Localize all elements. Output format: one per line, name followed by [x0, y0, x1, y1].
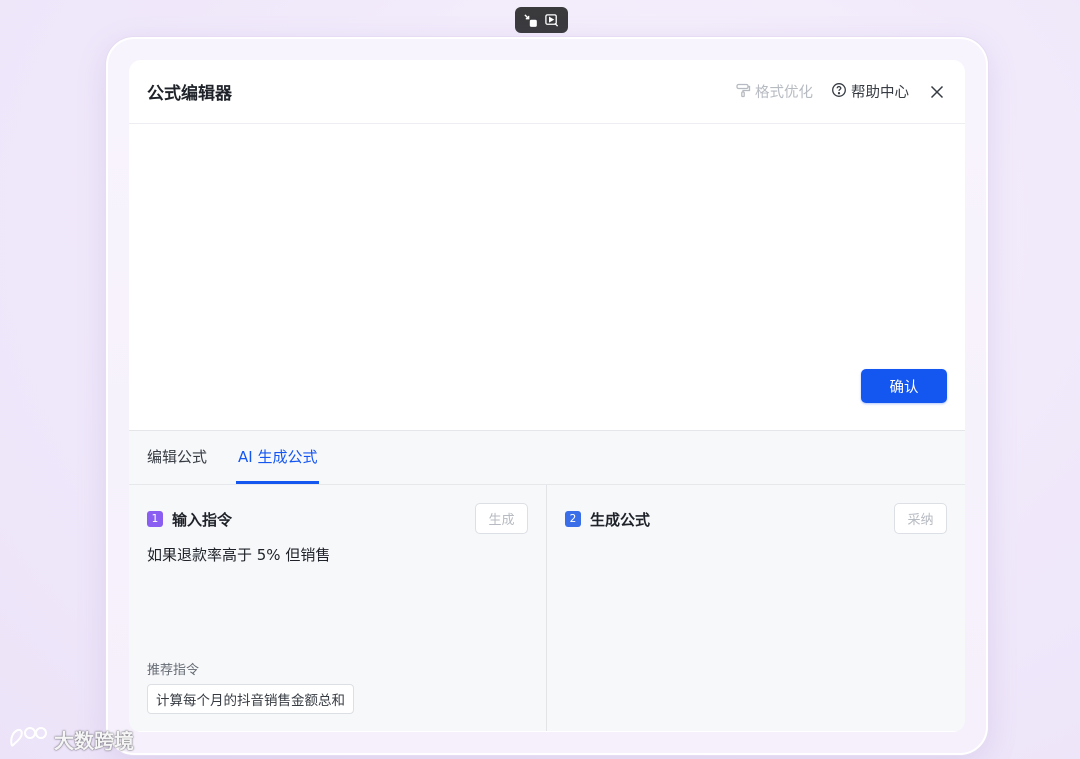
format-optimize-label: 格式优化: [755, 85, 813, 101]
tab-ai-generate-formula[interactable]: AI 生成公式: [236, 446, 320, 484]
generate-button[interactable]: 生成: [475, 503, 528, 534]
play-screen-icon[interactable]: [543, 11, 561, 29]
input-instruction-panel: 1 输入指令 生成 如果退款率高于 5% 但销售 推荐指令 计算每个月的抖音销售…: [129, 485, 547, 731]
recommend-label: 推荐指令: [147, 663, 200, 678]
dialog-header: 公式编辑器 格式优化 帮助中心: [129, 60, 965, 124]
watermark: 大数跨境: [8, 724, 134, 755]
close-icon[interactable]: [927, 82, 947, 102]
format-optimize-button[interactable]: 格式优化: [735, 81, 813, 102]
watermark-logo-icon: [8, 724, 48, 755]
dialog-title: 公式编辑器: [147, 84, 232, 104]
confirm-button[interactable]: 确认: [861, 369, 947, 403]
recommended-instruction-chip[interactable]: 计算每个月的抖音销售金额总和: [147, 684, 354, 714]
mode-tabs: 编辑公式 AI 生成公式: [129, 431, 965, 485]
generated-formula-panel: 2 生成公式 采纳: [547, 485, 965, 731]
floating-toolbar: [515, 7, 568, 33]
tab-edit-formula[interactable]: 编辑公式: [147, 446, 207, 484]
step-one-badge: 1: [147, 511, 163, 527]
help-circle-icon: [831, 82, 847, 102]
ai-panels: 1 输入指令 生成 如果退款率高于 5% 但销售 推荐指令 计算每个月的抖音销售…: [129, 485, 965, 731]
formula-editor-dialog: 公式编辑器 格式优化 帮助中心 确认 编辑公式 AI 生成公式 1 输入指令 生…: [129, 60, 965, 732]
watermark-text: 大数跨境: [54, 729, 134, 753]
exit-fullscreen-icon[interactable]: [522, 11, 540, 29]
format-brush-icon: [735, 82, 751, 102]
step-two-badge: 2: [565, 511, 581, 527]
instruction-input[interactable]: 如果退款率高于 5% 但销售: [147, 544, 528, 565]
help-center-label: 帮助中心: [851, 85, 909, 101]
output-panel-header: 2 生成公式: [565, 509, 947, 529]
adopt-button[interactable]: 采纳: [894, 503, 947, 534]
formula-input-area[interactable]: 确认: [129, 124, 965, 431]
input-panel-header: 1 输入指令: [147, 509, 528, 529]
help-center-button[interactable]: 帮助中心: [831, 81, 909, 102]
